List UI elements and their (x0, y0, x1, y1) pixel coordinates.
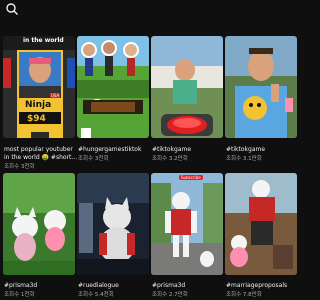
video-title: #tiktokgame (152, 146, 192, 153)
thumbnail-image (151, 173, 223, 275)
video-thumbnail-6[interactable] (77, 173, 149, 275)
card-amount: $94 (27, 114, 46, 124)
video-thumbnail-3[interactable] (151, 36, 223, 138)
subscribe-badge: Subscribe (179, 175, 203, 180)
video-thumbnail-5[interactable] (3, 173, 75, 275)
video-caption-5[interactable]: #prisma3d 조회수 1천회 (4, 282, 78, 299)
video-title: most popular youtuber (4, 146, 73, 153)
thumbnail-image (151, 36, 223, 138)
video-caption-2[interactable]: #hungergamestiktok 조회수 3천회 (78, 146, 152, 163)
overlay-caption: in the world (23, 37, 64, 44)
view-count: 조회수 2.7만회 (152, 292, 188, 298)
video-title: #tiktokgame (226, 146, 266, 153)
video-title: #hungergamestiktok (78, 146, 142, 153)
view-count: 조회수 7.8만회 (226, 292, 262, 298)
video-title-line2: in the world 🤑 #short... (4, 154, 78, 161)
video-thumbnail-4[interactable] (225, 36, 297, 138)
thumbnail-image (3, 173, 75, 275)
view-count: 조회수 3.2만회 (152, 156, 188, 162)
video-caption-7[interactable]: #prisma3d 조회수 2.7만회 (152, 282, 226, 299)
video-title: #prisma3d (152, 282, 186, 289)
thumbnail-image (77, 173, 149, 275)
video-caption-6[interactable]: #ruedialogue 조회수 5.4천회 (78, 282, 152, 299)
video-thumbnail-7[interactable]: Subscribe (151, 173, 223, 275)
video-thumbnail-1[interactable]: in the world USA Ninja $94 MILLION (3, 36, 75, 138)
video-thumbnail-8[interactable] (225, 173, 297, 275)
video-caption-1[interactable]: most popular youtuber in the world 🤑 #sh… (4, 146, 78, 171)
view-count: 조회수 3.1만회 (226, 156, 262, 162)
video-title: #marriageproposals (226, 282, 288, 289)
view-count: 조회수 1천회 (4, 292, 35, 298)
country-badge: USA (50, 93, 61, 98)
card-unit: MILLION (30, 127, 47, 132)
thumbnail-image (225, 173, 297, 275)
video-title: #ruedialogue (78, 282, 119, 289)
top-bar (0, 0, 300, 34)
view-count: 조회수 5.4천회 (78, 292, 114, 298)
video-caption-8[interactable]: #marriageproposals 조회수 7.8만회 (226, 282, 300, 299)
thumbnail-image (77, 36, 149, 138)
view-count: 조회수 3천회 (4, 164, 35, 170)
video-caption-4[interactable]: #tiktokgame 조회수 3.1만회 (226, 146, 300, 163)
view-count: 조회수 3천회 (78, 156, 109, 162)
search-icon[interactable] (5, 2, 19, 16)
video-title: #prisma3d (4, 282, 38, 289)
thumbnail-image (225, 36, 297, 138)
video-thumbnail-2[interactable] (77, 36, 149, 138)
card-name: Ninja (25, 100, 52, 110)
video-caption-3[interactable]: #tiktokgame 조회수 3.2만회 (152, 146, 226, 163)
